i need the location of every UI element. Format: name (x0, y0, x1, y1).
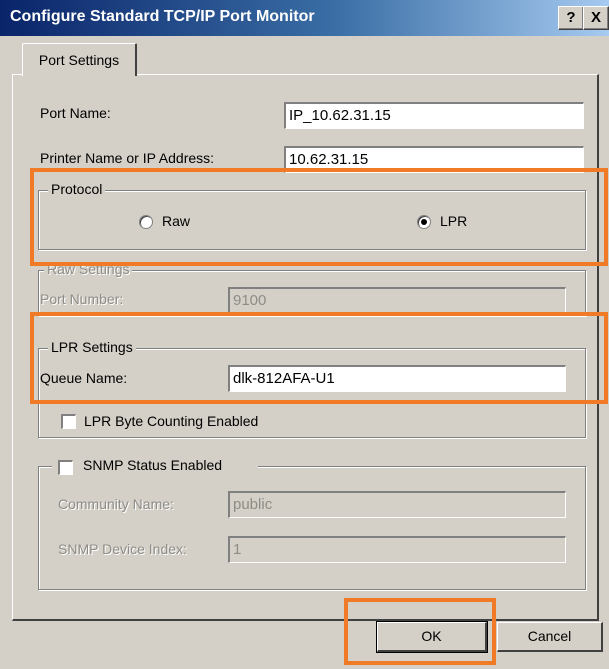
title-bar[interactable]: Configure Standard TCP/IP Port Monitor ?… (0, 0, 609, 36)
cancel-button[interactable]: Cancel (497, 622, 603, 652)
raw-settings-legend: Raw Settings (44, 261, 133, 277)
port-number-field: 9100 (228, 287, 566, 314)
protocol-group (38, 190, 586, 250)
snmp-legend-area: SNMP Status Enabled (52, 457, 258, 477)
raw-radio[interactable] (139, 215, 153, 229)
lpr-radio[interactable] (417, 215, 431, 229)
queue-name-label: Queue Name: (40, 370, 128, 386)
lpr-radio-label[interactable]: LPR (440, 213, 467, 229)
printer-address-field[interactable]: 10.62.31.15 (284, 146, 584, 173)
port-name-label: Port Name: (40, 105, 111, 121)
ok-button[interactable]: OK (376, 621, 488, 653)
snmp-status-checkbox[interactable] (58, 460, 73, 475)
radio-selected-dot (421, 219, 427, 225)
lpr-byte-counting-label[interactable]: LPR Byte Counting Enabled (84, 413, 258, 429)
community-name-label: Community Name: (58, 496, 174, 512)
printer-address-label: Printer Name or IP Address: (40, 150, 215, 166)
protocol-legend: Protocol (48, 181, 106, 197)
queue-name-field[interactable]: dlk-812AFA-U1 (228, 365, 566, 392)
help-button[interactable]: ? (558, 6, 584, 30)
dialog-window: Configure Standard TCP/IP Port Monitor ?… (0, 0, 609, 669)
community-name-field: public (228, 491, 566, 518)
close-button[interactable]: X (583, 6, 609, 30)
raw-radio-label[interactable]: Raw (162, 213, 190, 229)
snmp-status-label[interactable]: SNMP Status Enabled (83, 457, 222, 473)
window-title: Configure Standard TCP/IP Port Monitor (10, 8, 315, 25)
lpr-settings-legend: LPR Settings (48, 339, 136, 355)
port-name-field[interactable]: IP_10.62.31.15 (284, 102, 584, 129)
tab-port-settings[interactable]: Port Settings (22, 43, 137, 76)
port-number-label: Port Number: (40, 291, 124, 307)
device-index-label: SNMP Device Index: (58, 541, 187, 557)
lpr-byte-counting-checkbox[interactable] (61, 414, 76, 429)
device-index-field: 1 (228, 536, 566, 563)
snmp-group (38, 466, 586, 590)
